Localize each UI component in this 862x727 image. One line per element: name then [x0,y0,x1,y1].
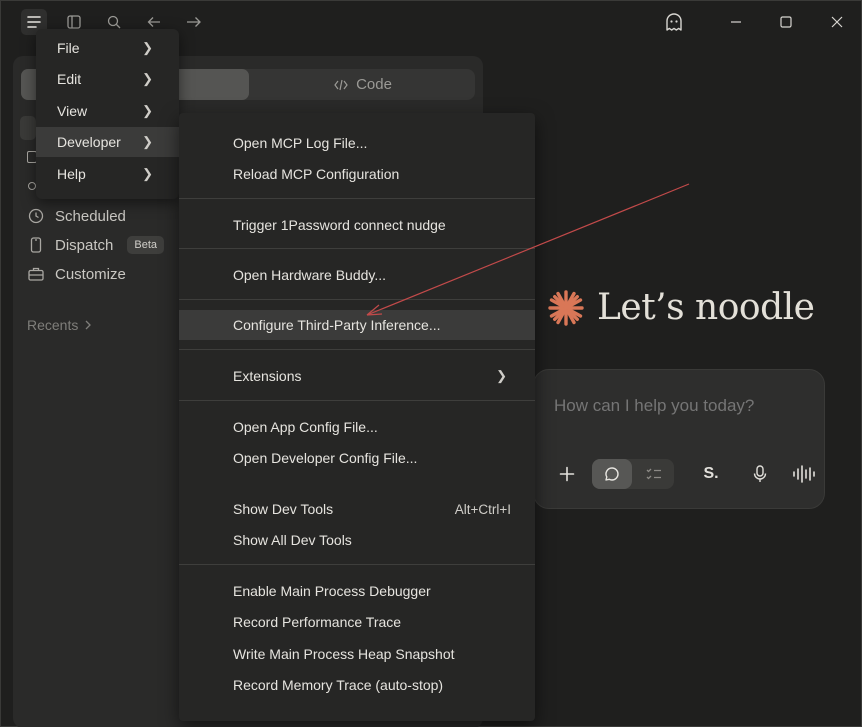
submenu-item-hardware-buddy[interactable]: Open Hardware Buddy... [179,260,535,290]
submenu-item-main-process-debugger[interactable]: Enable Main Process Debugger [179,576,535,606]
plus-icon [559,466,575,482]
voice-mode-button[interactable] [790,459,818,489]
sidebar-partial-icon [28,182,36,190]
submenu-item-label: Open MCP Log File... [233,135,368,151]
chevron-right-icon: ❯ [142,134,153,149]
checklist-icon [646,468,661,480]
chevron-right-icon: ❯ [496,368,507,383]
menu-item-developer[interactable]: Developer ❯ [36,127,179,157]
composer: S. [533,369,825,509]
developer-submenu: Open MCP Log File... Reload MCP Configur… [179,113,535,721]
maximize-icon[interactable] [771,9,801,35]
menu-item-help[interactable]: Help ❯ [36,159,179,189]
sidebar-item-label: Customize [55,265,126,283]
ghost-icon[interactable] [661,9,687,35]
menu-separator [179,198,535,199]
minimize-icon[interactable] [721,9,751,35]
submenu-item-label: Show Dev Tools [233,501,334,517]
menu-item-label: Developer [57,134,121,150]
submenu-item-app-config[interactable]: Open App Config File... [179,412,535,442]
submenu-item-1password-nudge[interactable]: Trigger 1Password connect nudge [179,210,535,240]
sidebar-item-label: Scheduled [55,207,126,225]
spark-logo-icon [548,289,584,326]
submenu-item-open-mcp-log[interactable]: Open MCP Log File... [179,128,535,158]
submenu-item-developer-config[interactable]: Open Developer Config File... [179,443,535,473]
recents-label: Recents [27,317,79,333]
menu-separator [179,400,535,401]
microphone-icon [753,465,767,482]
menu-separator [179,349,535,350]
sidebar-item-dispatch[interactable]: Dispatch Beta [27,233,164,257]
menu-separator [179,248,535,249]
prompt-input[interactable] [554,396,804,416]
waveform-icon [793,465,815,483]
menu-separator [179,299,535,300]
submenu-item-reload-mcp[interactable]: Reload MCP Configuration [179,159,535,189]
phone-icon [27,236,45,254]
menu-item-view[interactable]: View ❯ [36,96,179,126]
mode-toggle [592,459,674,489]
chat-bubble-icon [605,467,619,481]
app-menu: File ❯ Edit ❯ View ❯ Developer ❯ Help ❯ [36,29,179,199]
submenu-item-label: Open App Config File... [233,419,378,435]
chevron-right-icon: ❯ [142,71,153,86]
greeting: Let’s noodle [547,287,815,328]
beta-badge: Beta [127,236,164,254]
style-button[interactable]: S. [698,459,724,489]
chevron-right-icon: ❯ [142,40,153,55]
recents-toggle[interactable]: Recents [27,317,92,333]
chevron-right-icon: ❯ [142,166,153,181]
style-button-label: S. [703,465,719,482]
submenu-item-label: Open Hardware Buddy... [233,267,387,283]
sidebar-item-label: Dispatch [55,236,114,254]
clock-icon [27,207,45,225]
code-icon [334,79,348,90]
chat-mode-button[interactable] [592,459,632,489]
briefcase-icon [27,265,45,283]
submenu-item-label: Trigger 1Password connect nudge [233,217,446,233]
submenu-item-show-all-dev-tools[interactable]: Show All Dev Tools [179,525,535,555]
submenu-item-label: Reload MCP Configuration [233,166,400,182]
menu-item-edit[interactable]: Edit ❯ [36,64,179,94]
submenu-item-label: Configure Third-Party Inference... [233,317,441,333]
submenu-item-label: Record Memory Trace (auto-stop) [233,677,444,693]
greeting-text: Let’s noodle [597,287,815,328]
add-attachment-button[interactable] [554,459,580,489]
menu-item-label: Help [57,166,86,182]
chevron-right-icon [85,320,92,330]
new-chat-button[interactable] [20,116,36,140]
menu-item-label: Edit [57,71,82,87]
submenu-item-memory-trace[interactable]: Record Memory Trace (auto-stop) [179,670,535,700]
tab-code-label: Code [356,76,392,93]
submenu-item-label: Show All Dev Tools [233,532,352,548]
submenu-item-label: Record Performance Trace [233,614,402,630]
chevron-right-icon: ❯ [142,103,153,118]
menu-item-label: File [57,40,80,56]
menu-item-label: View [57,103,88,119]
submenu-item-heap-snapshot[interactable]: Write Main Process Heap Snapshot [179,639,535,669]
sidebar-item-scheduled[interactable]: Scheduled [27,204,126,228]
submenu-item-label: Open Developer Config File... [233,450,418,466]
keyboard-shortcut: Alt+Ctrl+I [454,501,511,517]
menu-separator [179,564,535,565]
submenu-item-show-dev-tools[interactable]: Show Dev Tools Alt+Ctrl+I [179,494,535,524]
tab-code[interactable]: Code [251,69,475,100]
sidebar-item-customize[interactable]: Customize [27,262,126,286]
menu-item-file[interactable]: File ❯ [36,33,179,63]
close-icon[interactable] [822,9,852,35]
submenu-item-label: Extensions [233,368,302,384]
submenu-item-label: Write Main Process Heap Snapshot [233,646,455,662]
submenu-item-extensions[interactable]: Extensions ❯ [179,361,535,391]
submenu-item-performance-trace[interactable]: Record Performance Trace [179,607,535,637]
submenu-item-label: Enable Main Process Debugger [233,583,431,599]
microphone-button[interactable] [747,459,773,489]
submenu-item-third-party-inference[interactable]: Configure Third-Party Inference... [179,310,535,340]
task-mode-button[interactable] [634,459,674,489]
forward-icon[interactable] [181,9,207,35]
